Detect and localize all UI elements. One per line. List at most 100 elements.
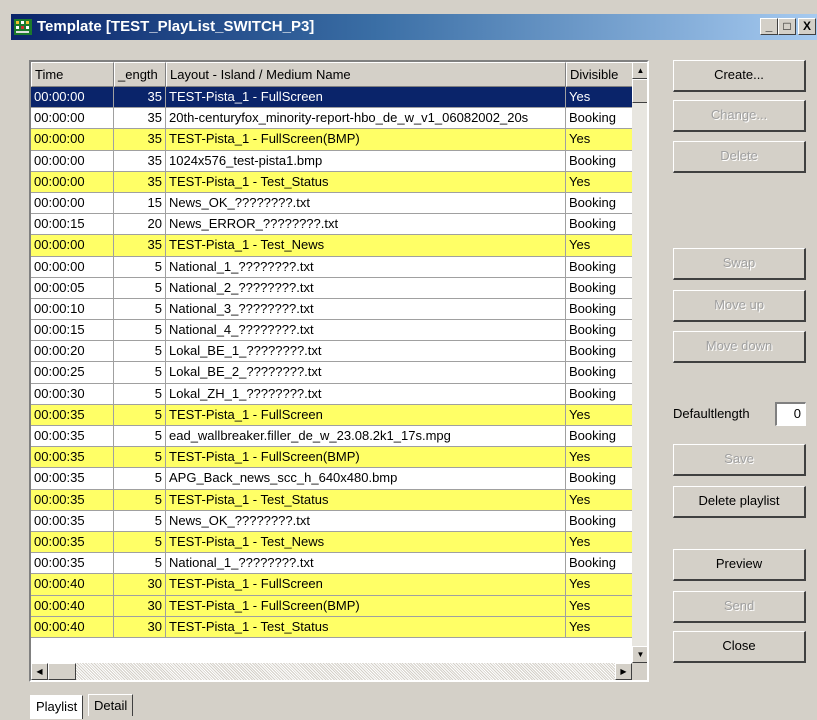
tab-playlist[interactable]: Playlist bbox=[30, 695, 84, 719]
scroll-up-icon[interactable]: ▲ bbox=[632, 62, 647, 79]
column-header-length[interactable]: _ength bbox=[114, 62, 166, 87]
row-length: 5 bbox=[114, 320, 166, 341]
playlist-list[interactable]: Time _ength Layout - Island / Medium Nam… bbox=[29, 60, 649, 682]
row-time: 00:00:35 bbox=[31, 489, 114, 510]
close-button[interactable]: Close bbox=[673, 631, 806, 663]
table-row[interactable]: 00:00:15 5 National_4_????????.txt Booking bbox=[31, 320, 632, 342]
table-row[interactable]: 00:00:20 5 Lokal_BE_1_????????.txt Booking bbox=[31, 341, 632, 363]
scrollbar-corner bbox=[632, 663, 647, 680]
column-header-time[interactable]: Time bbox=[31, 62, 114, 87]
scroll-down-icon[interactable]: ▼ bbox=[632, 646, 647, 663]
save-button-label: Save bbox=[724, 451, 754, 466]
horizontal-scroll-thumb[interactable] bbox=[48, 663, 76, 680]
default-length-field[interactable]: 0 bbox=[775, 402, 806, 426]
row-divisible: Booking bbox=[569, 428, 616, 443]
table-row[interactable]: 00:00:00 35 20th-centuryfox_minority-repor… bbox=[31, 108, 632, 130]
row-divisible: Booking bbox=[569, 322, 616, 338]
table-row[interactable]: 00:00:35 5 TEST-Pista_1 - Test_News Yes bbox=[31, 531, 632, 554]
row-length: 35 bbox=[114, 150, 166, 171]
horizontal-scrollbar[interactable]: ◀ ▶ bbox=[31, 663, 632, 680]
preview-button[interactable]: Preview bbox=[673, 549, 806, 581]
row-time: 00:00:35 bbox=[31, 468, 114, 489]
table-row[interactable]: 00:00:35 5 ead_wallbreaker.filler_de_w_23.… bbox=[31, 426, 632, 448]
table-row[interactable]: 00:00:00 5 National_1_????????.txt Booking bbox=[31, 256, 632, 278]
delete-playlist-button-label: Delete playlist bbox=[698, 493, 780, 508]
table-row[interactable]: 00:00:35 5 TEST-Pista_1 - FullScreen Yes bbox=[31, 404, 632, 426]
move-down-button[interactable]: Move down bbox=[673, 331, 806, 363]
save-button[interactable]: Save bbox=[673, 444, 806, 476]
column-header-divisible[interactable]: Divisible bbox=[566, 62, 632, 87]
row-name: TEST-Pista_1 - FullScreen(BMP) bbox=[166, 447, 566, 468]
table-row[interactable]: 00:00:00 35 1024x576_test-pista1.bmp Bookin… bbox=[31, 150, 632, 172]
table-row[interactable]: 00:00:25 5 Lokal_BE_2_????????.txt Booking bbox=[31, 362, 632, 384]
scroll-right-icon[interactable]: ▶ bbox=[615, 663, 632, 680]
row-name: TEST-Pista_1 - Test_Status bbox=[166, 616, 566, 637]
tab-detail[interactable]: Detail bbox=[88, 694, 134, 716]
row-divisible: Yes bbox=[569, 597, 591, 613]
table-row[interactable]: 00:00:00 35 TEST-Pista_1 - FullScreen(BMP)… bbox=[31, 129, 632, 151]
row-name: National_3_????????.txt bbox=[166, 298, 566, 320]
row-divisible: Booking bbox=[569, 555, 616, 571]
row-time: 00:00:30 bbox=[31, 383, 114, 404]
row-name: National_1_????????.txt bbox=[166, 256, 566, 277]
title-bar[interactable]: Template [TEST_PlayList_SWITCH_P3] _ □ X bbox=[11, 14, 817, 40]
column-header-name[interactable]: Layout - Island / Medium Name bbox=[166, 62, 566, 87]
row-divisible: Booking bbox=[569, 300, 616, 316]
table-row[interactable]: 00:00:35 5 News_OK_????????.txt Booking bbox=[31, 510, 632, 532]
table-row[interactable]: 00:00:00 35 TEST-Pista_1 - Test_Status Yes bbox=[31, 171, 632, 193]
vertical-scroll-thumb[interactable] bbox=[632, 79, 647, 103]
row-length: 5 bbox=[114, 531, 166, 553]
swap-button[interactable]: Swap bbox=[673, 248, 806, 280]
delete-button[interactable]: Delete bbox=[673, 141, 806, 173]
row-length: 35 bbox=[114, 129, 166, 150]
table-row[interactable]: 00:00:40 30 TEST-Pista_1 - Test_Status Yes bbox=[31, 616, 632, 638]
delete-button-label: Delete bbox=[720, 148, 758, 163]
table-row[interactable]: 00:00:00 35 TEST-Pista_1 - FullScreen Yes bbox=[31, 87, 632, 109]
row-length: 5 bbox=[114, 341, 166, 362]
row-length: 30 bbox=[114, 574, 166, 595]
row-name: National_4_????????.txt bbox=[166, 320, 566, 341]
list-rows: 00:00:00 35 TEST-Pista_1 - FullScreen Yes 00… bbox=[31, 87, 632, 647]
table-row[interactable]: 00:00:40 30 TEST-Pista_1 - FullScreen Yes bbox=[31, 574, 632, 596]
row-name: 20th-centuryfox_minority-report-hbo_de_w… bbox=[166, 108, 566, 129]
close-window-button[interactable]: X bbox=[798, 18, 816, 35]
row-name: TEST-Pista_1 - FullScreen(BMP) bbox=[166, 129, 566, 150]
row-length: 5 bbox=[114, 362, 166, 383]
row-time: 00:00:40 bbox=[31, 595, 114, 616]
table-row[interactable]: 00:00:30 5 Lokal_ZH_1_????????.txt Booking bbox=[31, 383, 632, 405]
table-row[interactable]: 00:00:05 5 National_2_????????.txt Booking bbox=[31, 277, 632, 299]
send-button[interactable]: Send bbox=[673, 591, 806, 623]
row-time: 00:00:35 bbox=[31, 553, 114, 574]
table-row[interactable]: 00:00:15 20 News_ERROR_????????.txt Booking bbox=[31, 214, 632, 236]
table-row[interactable]: 00:00:35 5 National_1_????????.txt Booking bbox=[31, 553, 632, 575]
row-time: 00:00:00 bbox=[31, 108, 114, 129]
row-length: 35 bbox=[114, 108, 166, 129]
table-row[interactable]: 00:00:35 5 TEST-Pista_1 - FullScreen(BMP) Y… bbox=[31, 447, 632, 469]
row-time: 00:00:00 bbox=[31, 235, 114, 256]
row-divisible: Booking bbox=[569, 216, 616, 232]
table-row[interactable]: 00:00:00 35 TEST-Pista_1 - Test_News Yes bbox=[31, 235, 632, 257]
delete-playlist-button[interactable]: Delete playlist bbox=[673, 486, 806, 518]
change-button[interactable]: Change... bbox=[673, 100, 806, 132]
row-time: 00:00:10 bbox=[31, 298, 114, 320]
table-row[interactable]: 00:00:10 5 National_3_????????.txt Booking bbox=[31, 298, 632, 321]
row-divisible: Booking bbox=[569, 385, 616, 401]
move-up-button[interactable]: Move up bbox=[673, 290, 806, 322]
minimize-button[interactable]: _ bbox=[760, 18, 778, 35]
row-time: 00:00:20 bbox=[31, 341, 114, 362]
table-row[interactable]: 00:00:35 5 TEST-Pista_1 - Test_Status Yes bbox=[31, 489, 632, 511]
row-length: 15 bbox=[114, 192, 166, 214]
maximize-button[interactable]: □ bbox=[778, 18, 796, 35]
vertical-scrollbar[interactable]: ▲ ▼ bbox=[632, 62, 647, 663]
app-icon bbox=[14, 19, 32, 35]
table-row[interactable]: 00:00:35 5 APG_Back_news_scc_h_640x480.bmp… bbox=[31, 468, 632, 490]
table-row[interactable]: 00:00:00 15 News_OK_????????.txt Booking bbox=[31, 192, 632, 215]
move-up-button-label: Move up bbox=[714, 297, 764, 312]
table-row[interactable]: 00:00:40 30 TEST-Pista_1 - FullScreen(BMP)… bbox=[31, 595, 632, 617]
row-name: TEST-Pista_1 - Test_News bbox=[166, 531, 566, 553]
send-button-label: Send bbox=[723, 598, 755, 613]
row-name: TEST-Pista_1 - FullScreen bbox=[166, 574, 566, 595]
row-time: 00:00:00 bbox=[31, 256, 114, 277]
scroll-left-icon[interactable]: ◀ bbox=[31, 663, 48, 680]
create-button[interactable]: Create... bbox=[673, 60, 806, 92]
